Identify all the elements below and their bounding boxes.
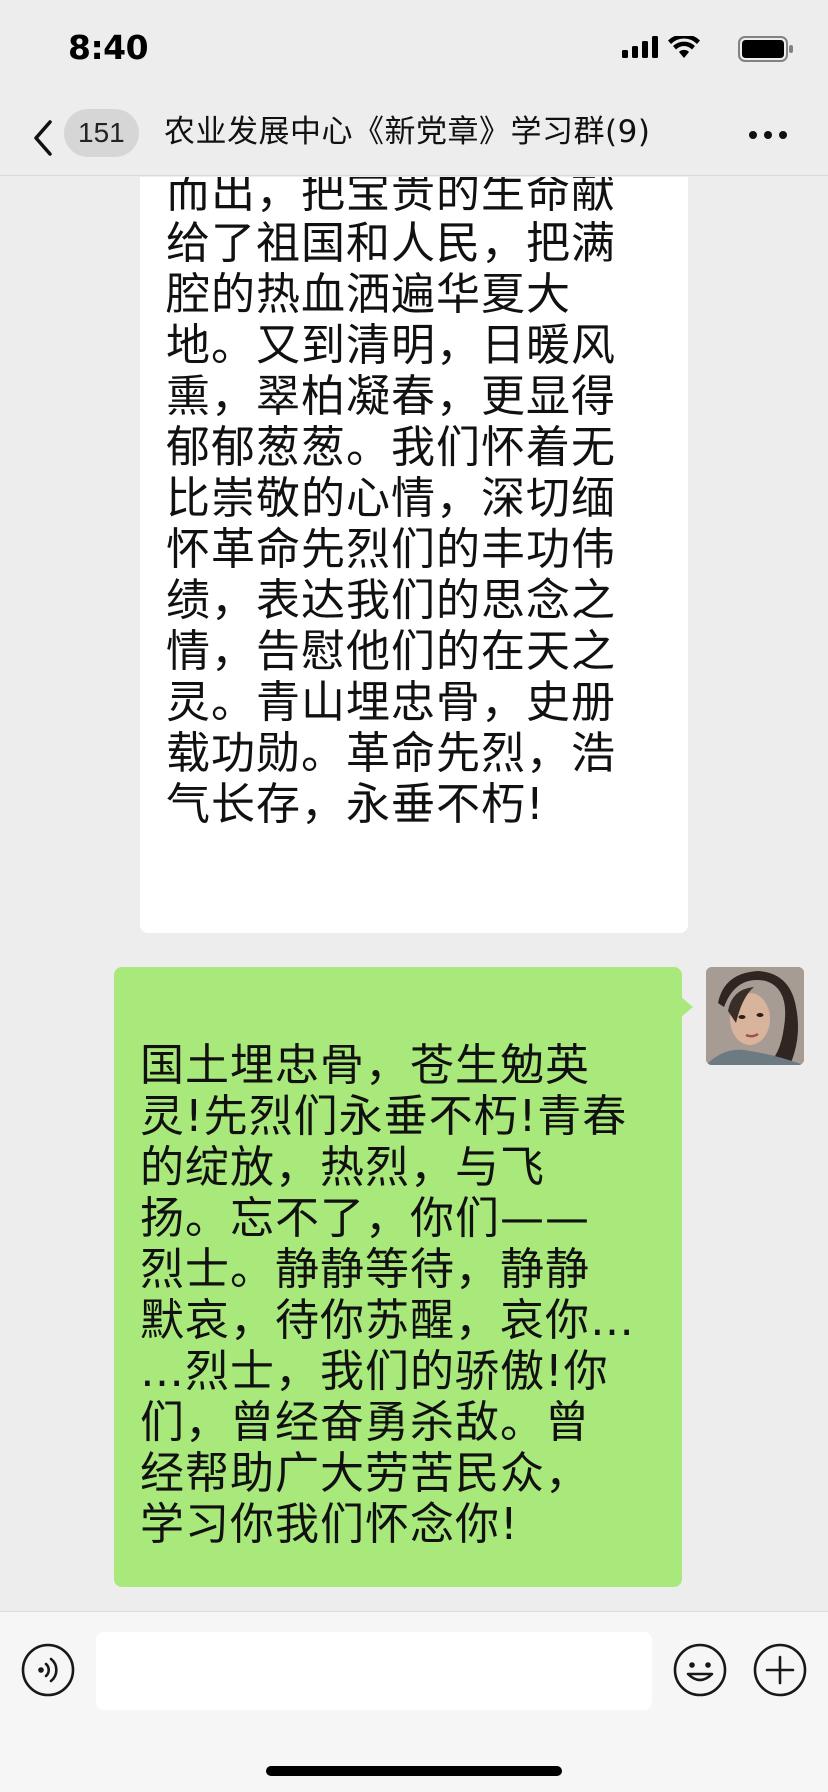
emoji-icon[interactable] [672, 1642, 728, 1698]
more-dots-icon[interactable] [748, 130, 788, 140]
input-bar [0, 1611, 828, 1792]
unread-count-badge[interactable]: 151 [64, 109, 139, 157]
avatar[interactable] [706, 967, 804, 1065]
plus-icon[interactable] [752, 1642, 808, 1698]
outgoing-message-bubble[interactable]: 国土埋忠骨，苍生勉英 灵!先烈们永垂不朽!青春 的绽放，热烈，与飞 扬。忘不了，… [114, 967, 693, 1587]
outgoing-message-text: 国土埋忠骨，苍生勉英 灵!先烈们永垂不朽!青春 的绽放，热烈，与飞 扬。忘不了，… [140, 1040, 635, 1550]
voice-icon[interactable] [20, 1642, 76, 1698]
nav-bar: 151 农业发展中心《新党章》学习群(9) [0, 100, 828, 176]
chat-title: 农业发展中心《新党章》学习群(9) [164, 114, 651, 150]
battery-icon [738, 36, 793, 62]
incoming-message-bubble[interactable]: 而出，把宝贵的生命献 给了祖国和人民，把满 腔的热血洒遍华夏大 地。又到清明，日… [140, 177, 688, 933]
home-indicator [266, 1766, 562, 1776]
chat-area[interactable]: 而出，把宝贵的生命献 给了祖国和人民，把满 腔的热血洒遍华夏大 地。又到清明，日… [0, 177, 828, 1610]
chevron-left-icon[interactable] [30, 118, 56, 158]
status-time: 8:40 [68, 28, 149, 67]
wifi-icon [668, 36, 700, 58]
avatar-photo [706, 967, 804, 1065]
status-bar: 8:40 [0, 0, 828, 100]
message-input[interactable] [96, 1632, 652, 1710]
bubble-tail [681, 997, 693, 1017]
cellular-signal-icon [622, 36, 658, 58]
